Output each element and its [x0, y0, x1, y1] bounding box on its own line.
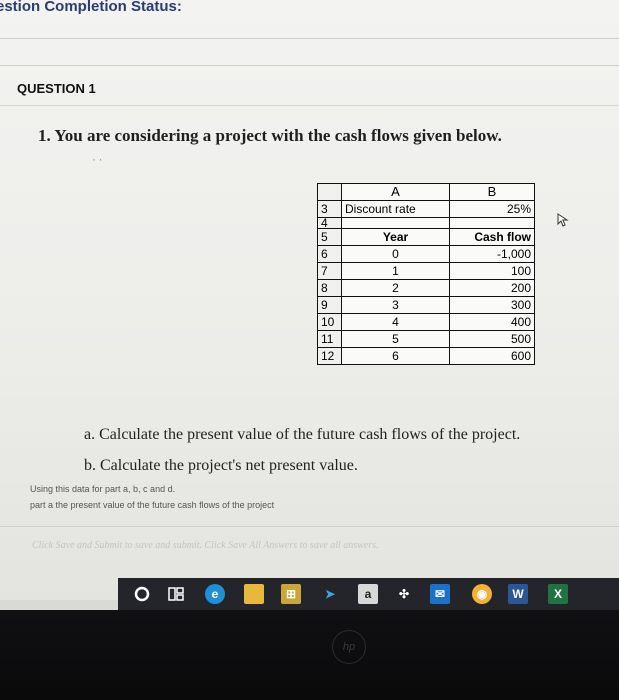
row-number: 6: [317, 245, 342, 263]
part-b-prompt: b. Calculate the project's net present v…: [84, 457, 358, 474]
windows-taskbar: e ⊞ ➤ a ✣ ✉ ◉ W X: [118, 578, 619, 610]
column-header-row: A B: [317, 183, 535, 201]
question-heading: QUESTION 1: [17, 81, 96, 96]
row-number: 10: [317, 313, 342, 331]
corner-cell: [317, 183, 342, 201]
row-number: 5: [317, 228, 342, 246]
column-header-b: B: [449, 183, 535, 201]
arrow-icon[interactable]: ➤: [320, 584, 340, 604]
cell-a: 2: [341, 279, 450, 297]
row-number: 7: [317, 262, 342, 280]
task-view-icon[interactable]: [166, 584, 186, 604]
table-row: 8 2 200: [317, 279, 535, 297]
cell-a: Discount rate: [341, 200, 450, 218]
excel-icon[interactable]: X: [548, 584, 568, 604]
cell-b: 600: [449, 347, 535, 365]
cash-flow-spreadsheet: A B 3 Discount rate 25% 4 5 Year Cash fl…: [317, 183, 535, 365]
table-row: 12 6 600: [317, 347, 535, 365]
table-row: 4: [317, 217, 535, 229]
table-row: 7 1 100: [317, 262, 535, 280]
search-icon[interactable]: [132, 584, 152, 604]
question-prompt: 1. You are considering a project with th…: [38, 126, 502, 145]
mouse-cursor-icon: [557, 213, 569, 227]
dropbox-icon[interactable]: ✣: [394, 584, 414, 604]
cell-b: 100: [449, 262, 535, 280]
row-number: 11: [317, 330, 342, 348]
row-number: 3: [317, 200, 342, 218]
cell-b: 500: [449, 330, 535, 348]
cell-a: [341, 217, 450, 229]
table-row: 9 3 300: [317, 296, 535, 314]
cell-b: 25%: [449, 200, 535, 218]
app-a-icon[interactable]: a: [358, 584, 378, 604]
answer-note-line2[interactable]: part a the present value of the future c…: [30, 500, 274, 510]
cell-a: 0: [341, 245, 450, 263]
cell-b: Cash flow: [449, 228, 535, 246]
cell-b: 300: [449, 296, 535, 314]
header-divider: [0, 105, 619, 106]
table-row: 6 0 -1,000: [317, 245, 535, 263]
cell-a: 6: [341, 347, 450, 365]
row-number: 9: [317, 296, 342, 314]
save-instructions: Click Save and Submit to save and submit…: [32, 540, 379, 551]
cell-a: Year: [341, 228, 450, 246]
cell-a: 4: [341, 313, 450, 331]
row-number: 12: [317, 347, 342, 365]
laptop-bezel: [0, 610, 619, 700]
edge-icon[interactable]: e: [205, 584, 225, 604]
table-row: 3 Discount rate 25%: [317, 200, 535, 218]
completion-status-label: estion Completion Status:: [0, 0, 182, 15]
answer-note-line1[interactable]: Using this data for part a, b, c and d.: [30, 484, 175, 494]
chrome-icon[interactable]: ◉: [472, 584, 492, 604]
table-row: 5 Year Cash flow: [317, 228, 535, 246]
cell-b: 200: [449, 279, 535, 297]
mail-icon[interactable]: ✉: [430, 584, 450, 604]
pen-marks: · ·: [92, 154, 103, 166]
row-number: 8: [317, 279, 342, 297]
laptop-screen: estion Completion Status: QUESTION 1 1. …: [0, 0, 619, 610]
cell-b: -1,000: [449, 245, 535, 263]
cell-b: [449, 217, 535, 229]
cell-a: 1: [341, 262, 450, 280]
cell-a: 3: [341, 296, 450, 314]
row-number: 4: [317, 217, 342, 229]
table-row: 10 4 400: [317, 313, 535, 331]
column-header-a: A: [341, 183, 450, 201]
cell-a: 5: [341, 330, 450, 348]
file-explorer-icon[interactable]: [244, 584, 264, 604]
word-icon[interactable]: W: [508, 584, 528, 604]
hp-logo: hp: [332, 630, 366, 664]
part-a-prompt: a. Calculate the present value of the fu…: [84, 426, 521, 443]
cell-b: 400: [449, 313, 535, 331]
store-icon[interactable]: ⊞: [281, 584, 301, 604]
table-row: 11 5 500: [317, 330, 535, 348]
completion-status-bar: estion Completion Status:: [0, 0, 619, 39]
